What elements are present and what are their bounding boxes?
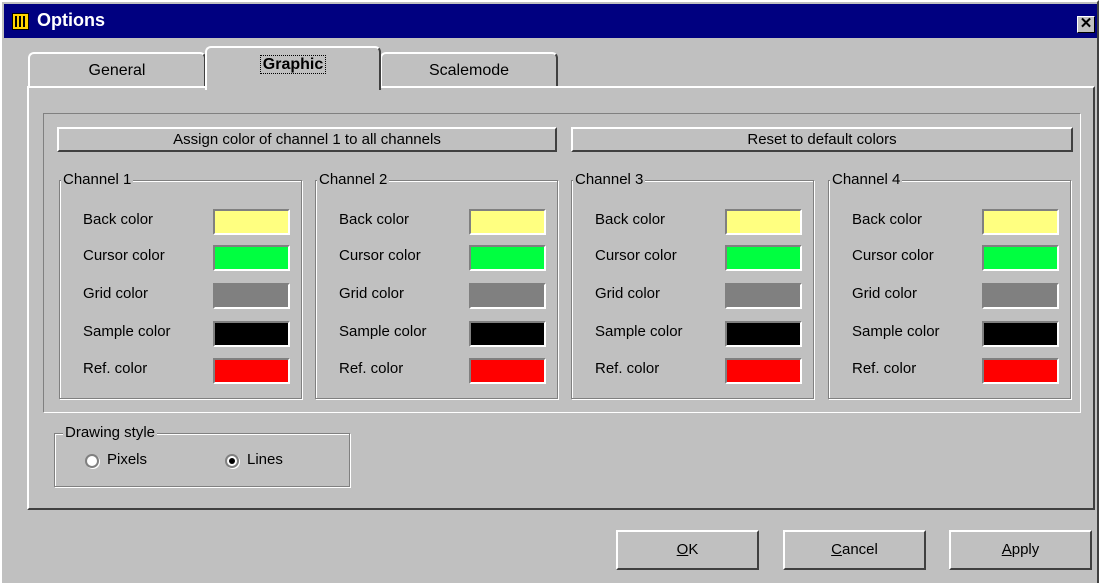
channel-1-row-label: Cursor color <box>83 247 165 264</box>
channel-3-row-label: Grid color <box>595 285 661 302</box>
channel-2-group: Channel 2 Back color Cursor color Grid colo… <box>315 171 558 399</box>
channel-2-title: Channel 2 <box>317 171 390 189</box>
tab-general[interactable]: General <box>28 52 206 88</box>
drawing-style-group: Drawing style Pixels Lines <box>54 424 350 487</box>
channel-4-color-swatch[interactable] <box>982 209 1059 235</box>
channel-1-color-swatch[interactable] <box>213 358 290 384</box>
window-title: Options <box>37 10 105 30</box>
app-icon <box>12 13 29 30</box>
channel-1-row-label: Ref. color <box>83 360 148 377</box>
channel-3-title: Channel 3 <box>573 171 646 189</box>
channel-3-color-swatch[interactable] <box>725 321 802 347</box>
channel-2-color-swatch[interactable] <box>469 209 546 235</box>
channel-3-row-label: Back color <box>595 211 666 228</box>
channel-2-row-label: Ref. color <box>339 360 404 377</box>
channel-3-color-swatch[interactable] <box>725 358 802 384</box>
channel-3-color-swatch[interactable] <box>725 245 802 271</box>
pixels-radio[interactable] <box>85 454 99 468</box>
cancel-mnemonic: C <box>831 541 842 558</box>
channel-3-row-label: Sample color <box>595 323 683 340</box>
channel-2-row-label: Grid color <box>339 285 405 302</box>
tab-scalemode-label: Scalemode <box>428 62 510 79</box>
channel-1-color-swatch[interactable] <box>213 321 290 347</box>
channel-2-color-swatch[interactable] <box>469 245 546 271</box>
channel-3-row-label: Cursor color <box>595 247 677 264</box>
reset-colors-button[interactable]: Reset to default colors <box>571 127 1073 152</box>
channel-3-color-swatch[interactable] <box>725 283 802 309</box>
channel-4-group: Channel 4 Back color Cursor color Grid colo… <box>828 171 1071 399</box>
channel-2-row-label: Cursor color <box>339 247 421 264</box>
channel-4-color-swatch[interactable] <box>982 245 1059 271</box>
cancel-button[interactable]: Cancel <box>783 530 926 570</box>
channel-2-color-swatch[interactable] <box>469 321 546 347</box>
lines-label: Lines <box>247 451 283 468</box>
channel-4-row-label: Sample color <box>852 323 940 340</box>
channel-4-row-label: Grid color <box>852 285 918 302</box>
title-bar[interactable]: Options ✕ <box>4 4 1097 38</box>
ok-label: K <box>688 541 699 558</box>
options-dialog: Options ✕ General Graphic Scalemode Assi… <box>0 0 1099 583</box>
apply-label: pply <box>1011 541 1040 558</box>
channel-4-color-swatch[interactable] <box>982 321 1059 347</box>
channel-4-row-label: Cursor color <box>852 247 934 264</box>
assign-color-button[interactable]: Assign color of channel 1 to all channel… <box>57 127 557 152</box>
color-settings-panel: Assign color of channel 1 to all channel… <box>43 113 1081 413</box>
ok-button[interactable]: OK <box>616 530 759 570</box>
channel-3-group: Channel 3 Back color Cursor color Grid colo… <box>571 171 814 399</box>
tab-graphic-label: Graphic <box>259 55 327 74</box>
channel-1-title: Channel 1 <box>61 171 134 189</box>
channel-2-row-label: Sample color <box>339 323 427 340</box>
apply-mnemonic: A <box>1001 541 1012 558</box>
apply-button[interactable]: Apply <box>949 530 1092 570</box>
channel-4-color-swatch[interactable] <box>982 283 1059 309</box>
graphic-tab-panel: Assign color of channel 1 to all channel… <box>27 86 1095 510</box>
channel-1-row-label: Grid color <box>83 285 149 302</box>
channel-2-row-label: Back color <box>339 211 410 228</box>
channel-4-row-label: Ref. color <box>852 360 917 377</box>
channel-1-group: Channel 1 Back color Cursor color Grid colo… <box>59 171 302 399</box>
channel-2-color-swatch[interactable] <box>469 358 546 384</box>
tab-general-label: General <box>88 62 146 79</box>
channel-2-color-swatch[interactable] <box>469 283 546 309</box>
channel-4-row-label: Back color <box>852 211 923 228</box>
channel-3-row-label: Ref. color <box>595 360 660 377</box>
channel-1-color-swatch[interactable] <box>213 209 290 235</box>
channel-3-color-swatch[interactable] <box>725 209 802 235</box>
channel-1-color-swatch[interactable] <box>213 245 290 271</box>
pixels-label: Pixels <box>107 451 148 468</box>
drawing-style-title: Drawing style <box>63 424 158 442</box>
close-icon[interactable]: ✕ <box>1077 16 1095 33</box>
ok-mnemonic: O <box>676 541 689 558</box>
channel-1-color-swatch[interactable] <box>213 283 290 309</box>
channel-4-color-swatch[interactable] <box>982 358 1059 384</box>
tab-graphic[interactable]: Graphic <box>205 46 381 90</box>
lines-radio[interactable] <box>225 454 239 468</box>
channel-1-row-label: Back color <box>83 211 154 228</box>
channel-1-row-label: Sample color <box>83 323 171 340</box>
channel-4-title: Channel 4 <box>830 171 903 189</box>
cancel-label: ancel <box>841 541 878 558</box>
tab-scalemode[interactable]: Scalemode <box>380 52 558 88</box>
